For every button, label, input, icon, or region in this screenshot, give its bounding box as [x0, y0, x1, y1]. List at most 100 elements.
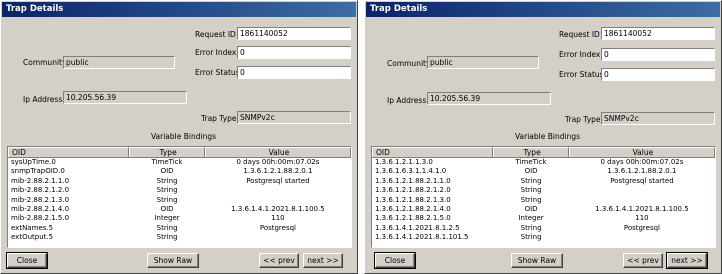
- table-row[interactable]: mib-2.88.2.1.1.0 String Postgresql started: [8, 177, 351, 186]
- request-id-field[interactable]: 1861140052: [601, 27, 715, 40]
- cell-type: String: [156, 223, 178, 232]
- cell-type: Integer: [154, 214, 180, 223]
- variable-bindings-table[interactable]: OID Type Value sysUpTime.0 TimeTick 0 days…: [7, 146, 352, 248]
- trap-details-window: Trap Details Request ID 1861140052 Error…: [364, 0, 722, 274]
- cell-oid: 1.3.6.1.2.1.1.3.0: [375, 158, 433, 166]
- cell-value: [205, 196, 351, 205]
- table-row[interactable]: extOutput.5 String: [8, 233, 351, 242]
- error-status-field[interactable]: 0: [601, 68, 715, 81]
- error-status-field[interactable]: 0: [237, 66, 351, 79]
- variable-bindings-title: Variable Bindings: [151, 132, 216, 141]
- trap-details-window: Trap Details Request ID 1861140052 Error…: [0, 0, 358, 274]
- error-status-label: Error Status: [559, 70, 604, 79]
- cell-value: 1.3.6.1.2.1.88.2.0.1: [243, 167, 313, 176]
- table-row[interactable]: mib-2.88.2.1.4.0 OID 1.3.6.1.4.1.2021.8.1.…: [8, 205, 351, 214]
- cell-type: String: [520, 176, 542, 185]
- cell-oid: mib-2.88.2.1.5.0: [11, 214, 70, 223]
- next-button[interactable]: next >>: [303, 253, 343, 268]
- column-header-type[interactable]: Type: [493, 147, 569, 157]
- cell-type: OID: [524, 167, 538, 176]
- cell-value: [205, 186, 351, 195]
- cell-type: OID: [160, 204, 174, 213]
- cell-type: String: [520, 223, 542, 232]
- close-button[interactable]: Close: [374, 252, 416, 269]
- request-id-label: Request ID: [195, 30, 236, 39]
- table-row[interactable]: 1.3.6.1.4.1.2021.8.1.2.5 String Postgresql: [372, 224, 715, 233]
- window-title: Trap Details: [2, 2, 356, 17]
- table-row[interactable]: extNames.5 String Postgresql: [8, 224, 351, 233]
- trap-type-field[interactable]: SNMPv2c: [601, 112, 715, 125]
- cell-type: TimeTick: [515, 158, 547, 166]
- table-header: OID Type Value: [8, 147, 351, 158]
- ip-address-label: Ip Address: [387, 96, 427, 105]
- variable-bindings-table[interactable]: OID Type Value 1.3.6.1.2.1.1.3.0 TimeTick…: [371, 146, 716, 248]
- error-index-field[interactable]: 0: [237, 46, 351, 59]
- table-row[interactable]: sysUpTime.0 TimeTick 0 days 00h:00m:07.02s: [8, 158, 351, 167]
- cell-value: 1.3.6.1.4.1.2021.8.1.100.5: [595, 204, 689, 213]
- community-label: Community: [23, 58, 67, 67]
- table-row[interactable]: 1.3.6.1.2.1.1.3.0 TimeTick 0 days 00h:00m:…: [372, 158, 715, 167]
- cell-oid: snmpTrapOID.0: [11, 167, 65, 176]
- table-row[interactable]: 1.3.6.1.2.1.88.2.1.5.0 Integer 110: [372, 214, 715, 223]
- cell-value: Postgresql started: [610, 176, 674, 185]
- table-row[interactable]: 1.3.6.1.2.1.88.2.1.1.0 String Postgresql s…: [372, 177, 715, 186]
- column-header-value[interactable]: Value: [204, 147, 351, 157]
- trap-type-label: Trap Type: [565, 115, 601, 124]
- cell-oid: 1.3.6.1.2.1.88.2.1.5.0: [375, 214, 451, 223]
- table-row[interactable]: mib-2.88.2.1.5.0 Integer 110: [8, 214, 351, 223]
- show-raw-button[interactable]: Show Raw: [511, 253, 563, 268]
- ip-address-field[interactable]: 10.205.56.39: [427, 92, 551, 105]
- table-body: 1.3.6.1.2.1.1.3.0 TimeTick 0 days 00h:00m:…: [372, 158, 715, 243]
- community-field[interactable]: public: [63, 56, 175, 69]
- table-row[interactable]: mib-2.88.2.1.3.0 String: [8, 196, 351, 205]
- error-index-field[interactable]: 0: [601, 48, 715, 61]
- prev-button[interactable]: << prev: [259, 253, 299, 268]
- show-raw-button[interactable]: Show Raw: [147, 253, 199, 268]
- cell-oid: mib-2.88.2.1.1.0: [11, 176, 70, 185]
- cell-value: 110: [635, 214, 649, 223]
- cell-type: String: [156, 176, 178, 185]
- column-header-type[interactable]: Type: [129, 147, 205, 157]
- cell-oid: extNames.5: [11, 223, 54, 232]
- cell-oid: mib-2.88.2.1.3.0: [11, 195, 70, 204]
- cell-type: String: [156, 233, 178, 242]
- next-button[interactable]: next >>: [666, 252, 708, 269]
- cell-oid: sysUpTime.0: [11, 158, 56, 166]
- cell-value: [569, 233, 715, 242]
- close-button[interactable]: Close: [6, 252, 48, 269]
- cell-oid: 1.3.6.1.4.1.2021.8.1.2.5: [375, 223, 460, 232]
- ip-address-label: Ip Address: [23, 95, 63, 104]
- cell-type: String: [520, 195, 542, 204]
- cell-oid: 1.3.6.1.4.1.2021.8.1.101.5: [375, 233, 469, 242]
- trap-type-field[interactable]: SNMPv2c: [237, 111, 351, 124]
- table-row[interactable]: 1.3.6.1.2.1.88.2.1.3.0 String: [372, 196, 715, 205]
- table-row[interactable]: 1.3.6.1.6.3.1.1.4.1.0 OID 1.3.6.1.2.1.88.2…: [372, 167, 715, 176]
- cell-oid: 1.3.6.1.6.3.1.1.4.1.0: [375, 167, 447, 176]
- column-header-value[interactable]: Value: [568, 147, 715, 157]
- community-field[interactable]: public: [427, 56, 539, 69]
- request-id-field[interactable]: 1861140052: [237, 27, 351, 40]
- cell-type: Integer: [518, 214, 544, 223]
- cell-type: String: [156, 186, 178, 195]
- cell-oid: 1.3.6.1.2.1.88.2.1.4.0: [375, 204, 451, 213]
- prev-button[interactable]: << prev: [623, 253, 663, 268]
- community-label: Community: [387, 59, 431, 68]
- cell-value: [569, 196, 715, 205]
- cell-oid: mib-2.88.2.1.4.0: [11, 204, 70, 213]
- cell-value: 1.3.6.1.4.1.2021.8.1.100.5: [231, 204, 325, 213]
- cell-value: 110: [271, 214, 285, 223]
- cell-oid: 1.3.6.1.2.1.88.2.1.3.0: [375, 195, 451, 204]
- table-row[interactable]: 1.3.6.1.4.1.2021.8.1.101.5 String: [372, 233, 715, 242]
- ip-address-field[interactable]: 10.205.56.39: [63, 91, 187, 104]
- cell-value: 1.3.6.1.2.1.88.2.0.1: [607, 167, 677, 176]
- cell-type: String: [156, 195, 178, 204]
- cell-oid: extOutput.5: [11, 233, 54, 242]
- column-header-oid[interactable]: OID: [8, 147, 130, 157]
- table-row[interactable]: snmpTrapOID.0 OID 1.3.6.1.2.1.88.2.0.1: [8, 167, 351, 176]
- table-row[interactable]: mib-2.88.2.1.2.0 String: [8, 186, 351, 195]
- cell-type: OID: [160, 167, 174, 176]
- table-row[interactable]: 1.3.6.1.2.1.88.2.1.2.0 String: [372, 186, 715, 195]
- column-header-oid[interactable]: OID: [372, 147, 494, 157]
- error-status-label: Error Status: [195, 68, 240, 77]
- table-row[interactable]: 1.3.6.1.2.1.88.2.1.4.0 OID 1.3.6.1.4.1.202…: [372, 205, 715, 214]
